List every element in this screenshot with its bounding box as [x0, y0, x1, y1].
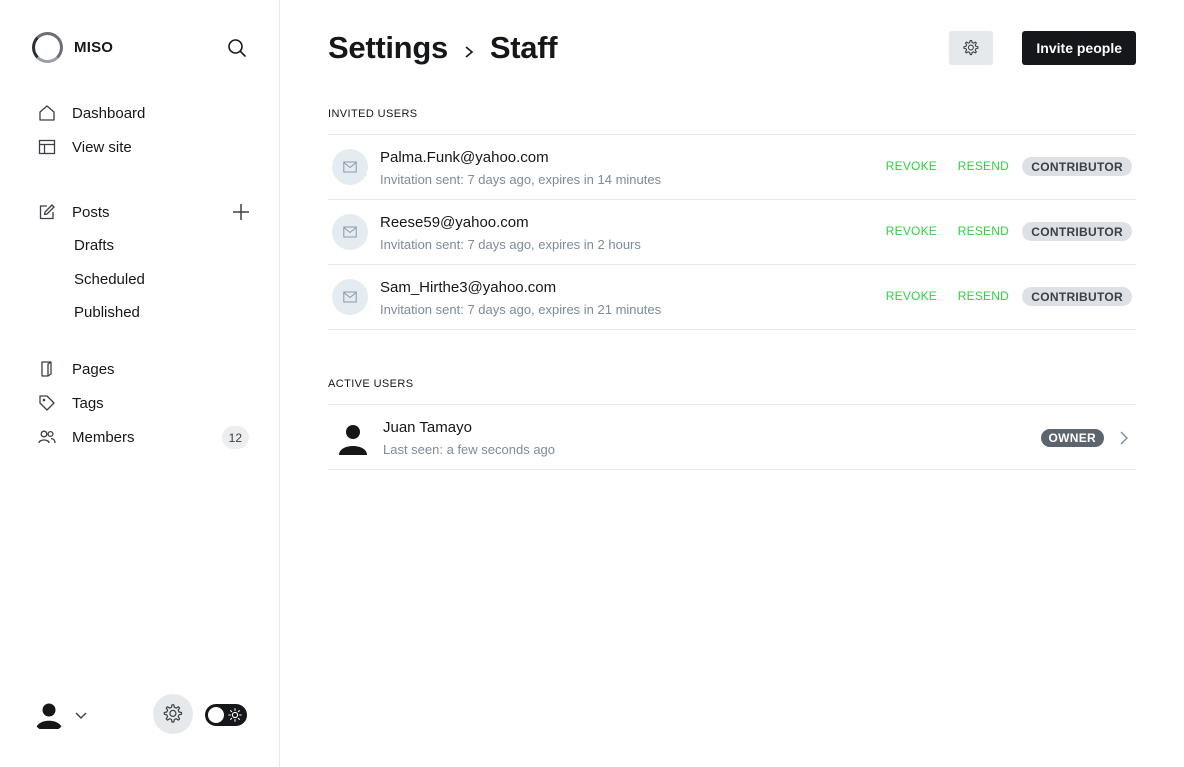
site-name: MISO	[74, 39, 114, 56]
page-title: Staff	[489, 30, 558, 65]
chevron-down-icon[interactable]	[74, 708, 88, 722]
nav-label: Dashboard	[72, 104, 146, 122]
invite-meta: Invitation sent: 7 days ago, expires in …	[380, 302, 662, 317]
layout-icon	[37, 137, 57, 157]
nav-label: Scheduled	[74, 270, 145, 288]
sun-icon	[228, 708, 242, 722]
user-avatar	[336, 421, 370, 455]
nav-label: Pages	[72, 360, 115, 378]
envelope-icon	[332, 149, 368, 185]
invite-meta: Invitation sent: 7 days ago, expires in …	[380, 237, 641, 252]
nav-label: Drafts	[74, 237, 115, 255]
secondary-nav: Pages Tags Members 12	[32, 352, 252, 454]
nav-item-posts[interactable]: Posts	[32, 195, 252, 229]
role-badge: CONTRIBUTOR	[1022, 222, 1132, 241]
nav-item-members[interactable]: Members 12	[32, 420, 252, 454]
user-last-seen: Last seen: a few seconds ago	[383, 442, 556, 457]
invited-user-row: Palma.Funk@yahoo.com Invitation sent: 7 …	[328, 135, 1136, 200]
nav-item-dashboard[interactable]: Dashboard	[32, 96, 252, 130]
site-logo	[32, 32, 63, 63]
invited-user-row: Reese59@yahoo.com Invitation sent: 7 day…	[328, 200, 1136, 265]
posts-nav: Posts Drafts Scheduled Published	[32, 195, 252, 330]
revoke-button[interactable]: REVOKE	[886, 224, 937, 238]
home-icon	[37, 103, 57, 123]
envelope-icon	[332, 279, 368, 315]
toggle-knob	[208, 707, 224, 723]
active-users-list: Juan Tamayo Last seen: a few seconds ago…	[328, 404, 1136, 470]
sidebar: MISO Dashboard View site Posts Drafts Sc…	[0, 0, 280, 767]
invite-email: Sam_Hirthe3@yahoo.com	[380, 279, 557, 296]
invite-email: Reese59@yahoo.com	[380, 214, 529, 231]
theme-toggle[interactable]	[205, 704, 247, 726]
nav-item-tags[interactable]: Tags	[32, 386, 252, 420]
gear-icon	[963, 39, 979, 56]
settings-gear-button[interactable]	[153, 694, 193, 734]
active-users-heading: ACTIVE USERS	[328, 378, 414, 390]
chevron-right-icon	[1120, 431, 1128, 445]
nav-item-published[interactable]: Published	[32, 296, 252, 330]
nav-label: Published	[74, 304, 140, 322]
page-icon	[37, 359, 57, 379]
members-count-badge: 12	[221, 426, 249, 449]
primary-nav: Dashboard View site	[32, 96, 252, 164]
active-user-row[interactable]: Juan Tamayo Last seen: a few seconds ago…	[328, 405, 1136, 470]
role-badge: CONTRIBUTOR	[1022, 157, 1132, 176]
nav-label: Tags	[72, 394, 104, 412]
staff-settings-button[interactable]	[949, 31, 993, 65]
invited-users-heading: INVITED USERS	[328, 108, 418, 120]
tag-icon	[37, 393, 57, 413]
page-header: Settings Staff Invite people	[328, 28, 1136, 68]
nav-item-pages[interactable]: Pages	[32, 352, 252, 386]
invited-users-list: Palma.Funk@yahoo.com Invitation sent: 7 …	[328, 134, 1136, 330]
user-avatar[interactable]	[32, 698, 66, 732]
revoke-button[interactable]: REVOKE	[886, 289, 937, 303]
pencil-icon	[37, 202, 57, 222]
resend-button[interactable]: RESEND	[958, 159, 1009, 173]
search-icon[interactable]	[226, 37, 248, 59]
invite-people-button[interactable]: Invite people	[1022, 31, 1136, 65]
resend-button[interactable]: RESEND	[958, 289, 1009, 303]
nav-label: Members	[72, 428, 135, 446]
nav-label: View site	[72, 138, 132, 156]
add-post-icon[interactable]	[230, 201, 252, 223]
nav-item-scheduled[interactable]: Scheduled	[32, 263, 252, 297]
role-badge: CONTRIBUTOR	[1022, 287, 1132, 306]
members-icon	[37, 427, 57, 447]
gear-icon	[163, 704, 183, 723]
nav-item-view-site[interactable]: View site	[32, 130, 252, 164]
invited-user-row: Sam_Hirthe3@yahoo.com Invitation sent: 7…	[328, 265, 1136, 330]
user-name: Juan Tamayo	[383, 419, 472, 436]
owner-badge: OWNER	[1040, 429, 1104, 447]
invite-meta: Invitation sent: 7 days ago, expires in …	[380, 172, 662, 187]
revoke-button[interactable]: REVOKE	[886, 159, 937, 173]
nav-label: Posts	[72, 203, 110, 221]
invite-email: Palma.Funk@yahoo.com	[380, 149, 549, 166]
chevron-right-icon	[465, 46, 474, 58]
breadcrumb-settings[interactable]: Settings	[328, 30, 448, 66]
sidebar-footer	[32, 694, 252, 736]
envelope-icon	[332, 214, 368, 250]
nav-item-drafts[interactable]: Drafts	[32, 229, 252, 263]
resend-button[interactable]: RESEND	[958, 224, 1009, 238]
brand[interactable]: MISO	[32, 32, 113, 63]
